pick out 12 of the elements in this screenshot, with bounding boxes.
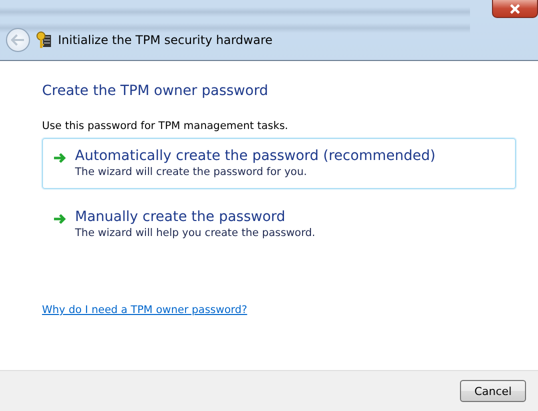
close-icon (509, 4, 521, 14)
window-title: Initialize the TPM security hardware (58, 33, 273, 47)
arrow-icon (53, 213, 67, 225)
page-heading: Create the TPM owner password (42, 83, 270, 99)
back-arrow-icon (11, 34, 25, 46)
key-chip-icon (36, 31, 52, 49)
cancel-button[interactable]: Cancel (460, 380, 526, 402)
description-text: Use this password for TPM management tasks. (42, 120, 290, 132)
close-button[interactable] (492, 0, 538, 18)
help-link[interactable]: Why do I need a TPM owner password? (42, 304, 248, 316)
command-link[interactable]: Automatically create the password (recommended) The wizard will create the password for you. (42, 138, 516, 189)
arrow-icon (53, 152, 67, 164)
